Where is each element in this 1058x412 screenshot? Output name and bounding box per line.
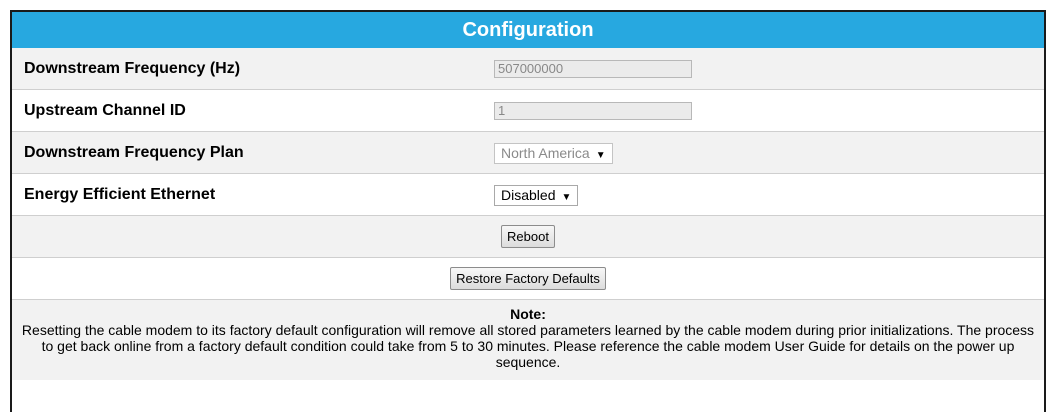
energy-efficient-ethernet-select[interactable]: Disabled ▼ [494, 185, 579, 206]
note-text: Resetting the cable modem to its factory… [21, 322, 1035, 370]
frequency-plan-label: Downstream Frequency Plan [24, 144, 244, 161]
note-title: Note: [510, 306, 546, 322]
frequency-plan-selected: North America [501, 145, 590, 161]
upstream-channel-row: Upstream Channel ID 1 [12, 90, 1044, 132]
downstream-frequency-field[interactable]: 507000000 [494, 60, 692, 78]
triangle-down-icon: ▼ [561, 192, 572, 203]
downstream-frequency-label: Downstream Frequency (Hz) [24, 60, 241, 77]
reboot-button[interactable]: Reboot [501, 225, 555, 248]
frequency-plan-select[interactable]: North America ▼ [494, 143, 613, 164]
triangle-down-icon: ▼ [595, 150, 606, 161]
note-section: Note: Resetting the cable modem to its f… [12, 300, 1044, 380]
upstream-channel-field[interactable]: 1 [494, 102, 692, 120]
reboot-row: Reboot [12, 216, 1044, 258]
upstream-channel-label: Upstream Channel ID [24, 102, 186, 119]
configuration-panel: Configuration Downstream Frequency (Hz) … [10, 10, 1046, 412]
restore-factory-defaults-button[interactable]: Restore Factory Defaults [450, 267, 606, 290]
energy-efficient-ethernet-label: Energy Efficient Ethernet [24, 186, 216, 203]
energy-efficient-ethernet-row: Energy Efficient Ethernet Disabled ▼ [12, 174, 1044, 216]
frequency-plan-row: Downstream Frequency Plan North America ▼ [12, 132, 1044, 174]
restore-row: Restore Factory Defaults [12, 258, 1044, 300]
panel-title: Configuration [12, 12, 1044, 48]
downstream-frequency-row: Downstream Frequency (Hz) 507000000 [12, 48, 1044, 90]
energy-efficient-ethernet-selected: Disabled [501, 187, 556, 203]
